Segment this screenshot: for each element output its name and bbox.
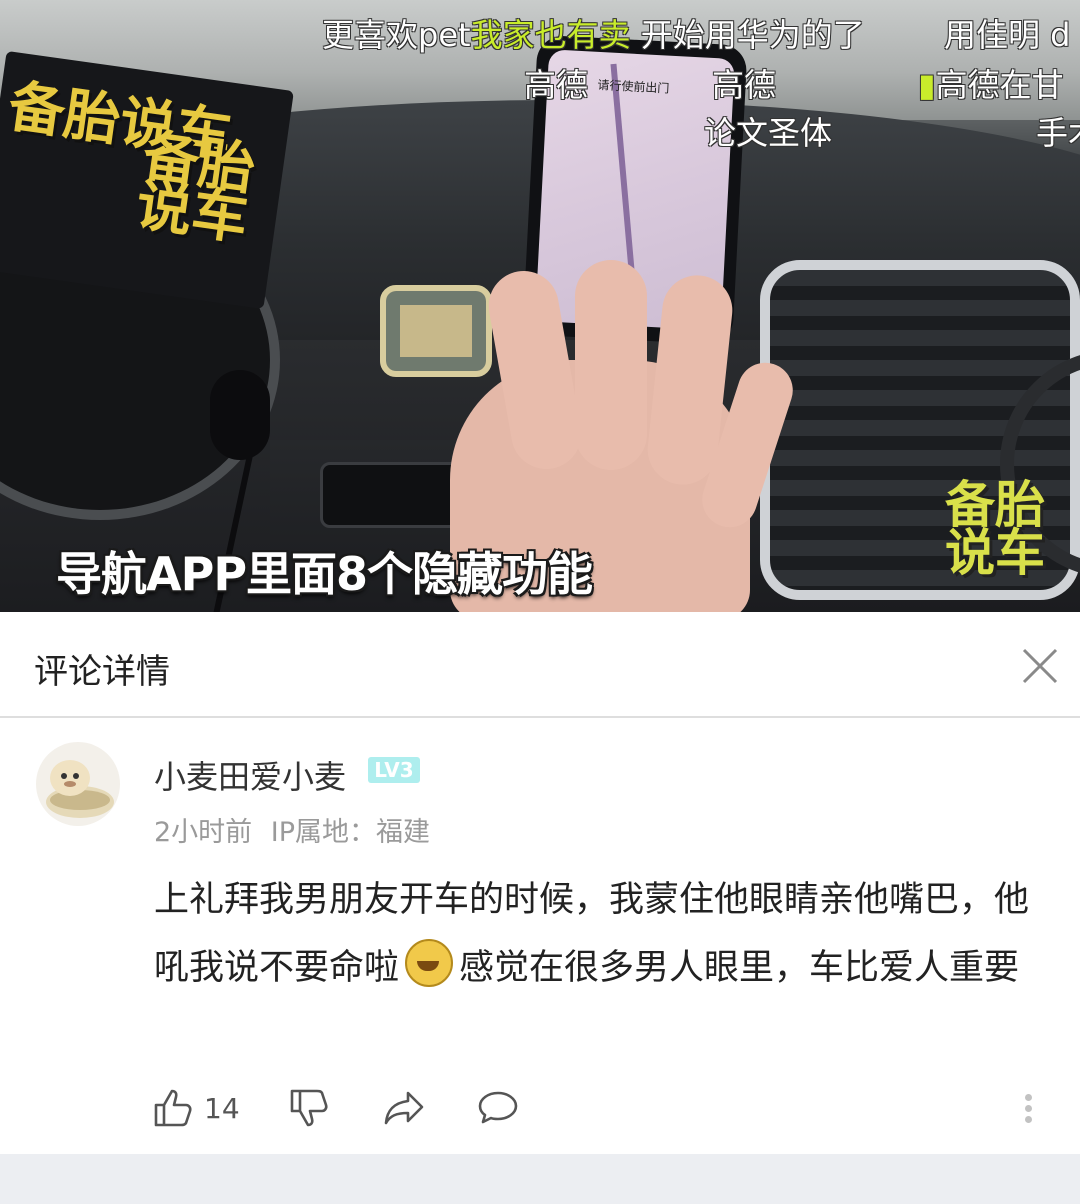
close-icon[interactable] — [1020, 646, 1060, 686]
smiling-face-emoji — [405, 939, 454, 987]
like-button[interactable]: 14 — [152, 1082, 240, 1134]
comment-text: 感觉在很多男人眼里，车比爱人重要 — [459, 948, 1020, 988]
bottom-bar — [0, 1154, 1080, 1204]
danmaku-comment: 手术 — [1036, 114, 1080, 152]
sheet-title: 评论详情 — [34, 652, 170, 692]
comment-actions: 14 — [0, 1082, 1080, 1134]
comment-time: 2小时前 — [154, 817, 253, 848]
channel-sign: 备胎说车 备胎说车 — [0, 50, 294, 310]
phone-screen-label: 请行使前出门 — [597, 77, 670, 96]
more-vertical-icon[interactable] — [1018, 1090, 1038, 1130]
sign-text-right: 备胎说车 — [131, 123, 259, 254]
danmaku-comment: 高德 — [712, 66, 777, 104]
comment-meta: 2小时前 IP属地：福建 — [154, 810, 430, 849]
danmaku-comment: 用佳明 d — [944, 16, 1071, 54]
danmaku-comment: 更喜欢pet我家也有卖 开始用华为的了 — [322, 10, 865, 56]
level-badge: LV3 — [368, 757, 420, 783]
microphone — [210, 370, 270, 460]
comment-bubble-icon — [478, 1091, 518, 1124]
danmaku-text: 高德在甘 — [935, 66, 1064, 104]
like-count: 14 — [204, 1091, 240, 1125]
thumbs-up-icon: ▮ — [918, 66, 936, 104]
comment-body: 上礼拜我男朋友开车的时候，我蒙住他眼睛亲他嘴巴，他吼我说不要命啦 感觉在很多男人眼… — [154, 866, 1049, 1002]
dot — [1024, 1094, 1032, 1101]
ip-location: IP属地：福建 — [270, 817, 431, 848]
video-caption: 导航APP里面8个隐藏功能 — [56, 547, 593, 601]
danmaku-comment: 论文圣体 — [704, 114, 833, 152]
dislike-button[interactable] — [288, 1082, 330, 1134]
thumbs-down-icon — [290, 1089, 328, 1127]
thumbs-up-icon — [154, 1089, 192, 1127]
danmaku-text: 开始用华为的了 — [640, 16, 865, 54]
channel-watermark: 备胎说车 — [945, 476, 1045, 582]
dot — [1024, 1105, 1032, 1112]
avatar[interactable] — [36, 742, 120, 826]
danmaku-text: 更喜欢pet — [322, 16, 471, 54]
danmaku-comment: 高德 — [524, 66, 589, 104]
share-button[interactable] — [382, 1082, 426, 1134]
danmaku-highlight-text: 我家也有卖 — [470, 16, 631, 54]
dot — [1024, 1116, 1032, 1123]
reply-button[interactable] — [476, 1082, 520, 1134]
finger — [575, 260, 647, 470]
username[interactable]: 小麦田爱小麦 — [154, 752, 346, 798]
video-player[interactable]: 请行使前出门 备胎说车 备胎说车 备胎说车 导航APP里面8个隐藏功能 更喜欢p… — [0, 0, 1080, 612]
share-icon — [384, 1091, 424, 1125]
danmaku-comment: ▮高德在甘 — [918, 60, 1064, 106]
